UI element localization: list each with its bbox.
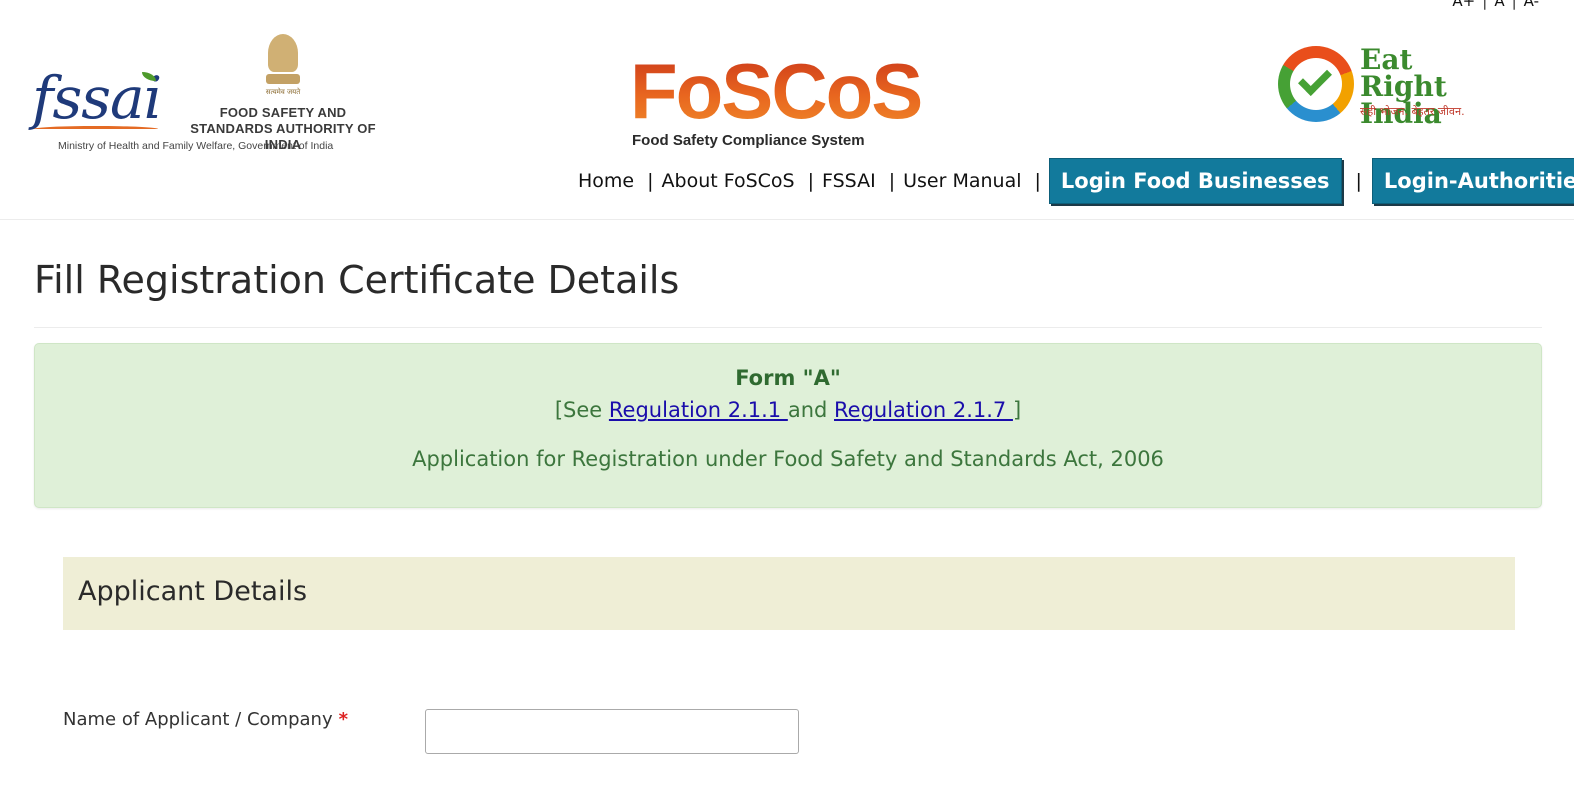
eat-right-india-tagline: सही भोजन. बेहतर जीवन. — [1360, 105, 1465, 118]
emblem-base-icon — [266, 74, 300, 84]
and-text: and — [787, 398, 835, 422]
applicant-name-input[interactable] — [425, 709, 799, 754]
nav-separator: | — [1034, 170, 1041, 192]
applicant-details-header: Applicant Details — [63, 557, 1515, 630]
eat-right-circle-icon — [1278, 46, 1354, 122]
fssai-logo[interactable]: fssai — [32, 68, 162, 134]
page-title: Fill Registration Certificate Details — [34, 258, 680, 302]
form-info-alert: Form "A" [See Regulation 2.1.1 and Regul… — [34, 343, 1542, 508]
see-prefix: [See — [554, 398, 609, 422]
application-purpose: Application for Registration under Food … — [412, 447, 1164, 471]
lion-capital-icon — [268, 34, 298, 72]
foscos-logo-text: FoSCoS — [630, 47, 923, 135]
emblem-motto: सत्यमेव जयते — [265, 88, 301, 96]
nav-fssai[interactable]: FSSAI — [822, 170, 876, 192]
applicant-name-label: Name of Applicant / Company * — [63, 709, 348, 730]
login-authorities-button[interactable]: Login-Authorities — [1371, 158, 1574, 204]
ministry-text: Ministry of Health and Family Welfare, G… — [58, 140, 334, 152]
section-title: Applicant Details — [78, 576, 308, 607]
fssai-logo-text: fssai — [32, 64, 162, 132]
nav-separator: | — [1355, 170, 1362, 192]
nav-separator: | — [888, 170, 896, 192]
nav-user-manual[interactable]: User Manual — [903, 170, 1021, 192]
foscos-tagline: Food Safety Compliance System — [632, 132, 865, 149]
regulation-2-1-1-link[interactable]: Regulation 2.1.1 — [609, 398, 788, 422]
required-asterisk: * — [338, 709, 349, 730]
regulation-2-1-7-link[interactable]: Regulation 2.1.7 — [834, 398, 1013, 422]
swoosh-icon — [34, 126, 158, 132]
applicant-name-label-text: Name of Applicant / Company — [63, 709, 333, 730]
regulation-reference: [See Regulation 2.1.1 and Regulation 2.1… — [35, 398, 1541, 422]
form-name: Form "A" — [735, 366, 841, 390]
foscos-logo[interactable]: FoSCoS Food Safety Compliance System — [630, 48, 923, 152]
nav-home[interactable]: Home — [578, 170, 634, 192]
title-divider — [34, 327, 1542, 328]
site-header: fssai सत्यमेव जयते FOOD SAFETY AND STAND… — [0, 0, 1574, 220]
nav-about-foscos[interactable]: About FoSCoS — [662, 170, 795, 192]
close-bracket: ] — [1012, 398, 1022, 422]
national-emblem: सत्यमेव जयते — [262, 34, 304, 104]
eat-right-india-logo[interactable]: Eat Right India सही भोजन. बेहतर जीवन. — [1278, 44, 1488, 128]
login-food-businesses-button[interactable]: Login Food Businesses — [1048, 158, 1342, 204]
nav-separator: | — [647, 170, 654, 192]
nav-separator: | — [807, 170, 815, 192]
main-nav: Home | About FoSCoS | FSSAI | User Manua… — [578, 157, 1574, 205]
